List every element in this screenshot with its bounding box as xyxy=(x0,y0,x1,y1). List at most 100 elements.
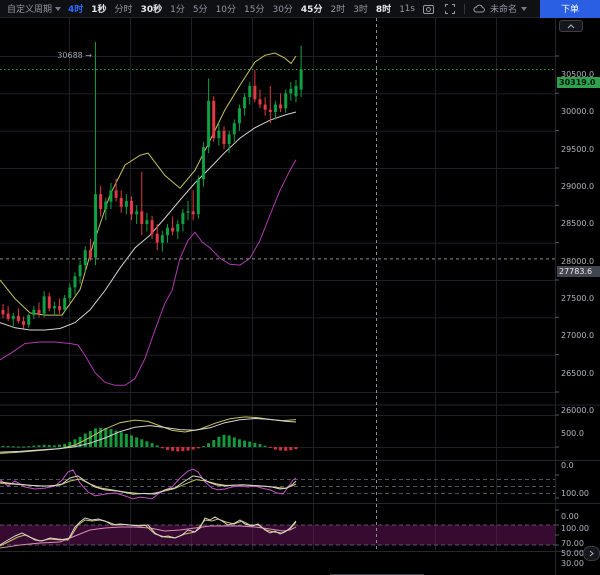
timeframe-button-1秒[interactable]: 1秒 xyxy=(91,2,106,15)
candle-body xyxy=(202,147,205,179)
macd-bar xyxy=(12,446,15,447)
custom-period-label: 自定义周期 xyxy=(7,2,52,15)
candle-body xyxy=(125,201,128,207)
macd-bar xyxy=(181,447,184,451)
macd-bar xyxy=(37,445,40,447)
timeframe-button-2时[interactable]: 2时 xyxy=(330,2,345,15)
candle-body xyxy=(223,131,226,144)
candle-body xyxy=(58,306,61,310)
candle-body xyxy=(294,86,297,96)
candle-body xyxy=(238,108,241,123)
candle-body xyxy=(253,86,256,99)
candle-body xyxy=(7,314,10,319)
candles-layer xyxy=(2,42,303,329)
layout-menu[interactable]: 未命名 xyxy=(472,2,527,16)
camera-icon[interactable] xyxy=(422,2,436,16)
candle-body xyxy=(94,194,97,257)
timeframe-button-30秒[interactable]: 30秒 xyxy=(141,2,163,15)
candle-body xyxy=(166,228,169,235)
candle-body xyxy=(109,190,112,201)
candle-body xyxy=(99,194,102,209)
macd-bar xyxy=(140,439,143,447)
macd-bar xyxy=(238,439,241,447)
candle-body xyxy=(212,101,215,138)
timeframe-button-10分[interactable]: 10分 xyxy=(216,2,236,15)
candle-body xyxy=(171,228,174,232)
macd-bar xyxy=(192,447,195,450)
macd-bar xyxy=(217,437,220,447)
macd-bar xyxy=(202,446,205,447)
macd-bar xyxy=(17,446,20,447)
candle-body xyxy=(192,211,195,214)
macd-bar xyxy=(32,446,35,447)
candle-body xyxy=(43,296,46,313)
macd-bar xyxy=(274,447,277,450)
candle-body xyxy=(17,316,20,321)
fullscreen-icon[interactable] xyxy=(443,2,457,16)
macd-bar xyxy=(248,442,251,447)
candle-body xyxy=(63,298,66,310)
indicator-line xyxy=(0,469,296,499)
timeframe-button-15分[interactable]: 15分 xyxy=(244,2,264,15)
toolbar-divider xyxy=(464,4,465,14)
candle-body xyxy=(233,123,236,134)
candle-body xyxy=(289,89,292,93)
trading-app: 自定义周期 4时1秒分时30秒1分5分10分15分30分45分2时3时8时12时… xyxy=(0,0,600,575)
macd-bar xyxy=(27,446,30,447)
macd-bar xyxy=(259,444,262,447)
indicator-line xyxy=(0,476,296,494)
chart-toolbar: 自定义周期 4时1秒分时30秒1分5分10分15分30分45分2时3时8时12时… xyxy=(0,0,600,18)
timeframe-button-45分[interactable]: 45分 xyxy=(301,2,323,15)
candle-body xyxy=(2,310,5,314)
indicator-line xyxy=(0,53,296,315)
candle-body xyxy=(181,213,184,224)
candle-body xyxy=(217,131,220,138)
candle-body xyxy=(89,250,92,257)
macd-bar xyxy=(109,429,112,447)
timeframe-button-1分[interactable]: 1分 xyxy=(170,2,185,15)
candle-body xyxy=(115,190,118,197)
candle-body xyxy=(248,86,251,97)
macd-bar xyxy=(171,447,174,451)
macd-bar xyxy=(269,447,272,448)
custom-period-menu[interactable]: 自定义周期 xyxy=(7,2,61,15)
candle-body xyxy=(79,265,82,276)
axis-collapse-button[interactable] xyxy=(559,20,583,32)
timeframe-button-分时[interactable]: 分时 xyxy=(115,2,133,15)
candle-body xyxy=(259,99,262,104)
layout-name: 未命名 xyxy=(490,2,517,15)
timeframe-button-3时[interactable]: 3时 xyxy=(353,2,368,15)
macd-bar xyxy=(187,447,190,451)
macd-bar xyxy=(161,447,164,448)
candle-body xyxy=(12,316,15,319)
candle-body xyxy=(48,296,51,308)
macd-bar xyxy=(120,432,123,447)
timeframe-button-30分[interactable]: 30分 xyxy=(272,2,292,15)
macd-bar xyxy=(253,443,256,447)
macd-bar xyxy=(156,445,159,447)
macd-bar xyxy=(125,434,128,447)
timeframe-button-4时[interactable]: 4时 xyxy=(68,2,83,15)
candle-body xyxy=(135,211,138,214)
timeframe-button-8时[interactable]: 8时 xyxy=(376,2,391,15)
macd-bar xyxy=(53,445,56,447)
candle-body xyxy=(197,179,200,214)
macd-bar xyxy=(243,441,246,447)
macd-bar xyxy=(22,446,25,447)
macd-bar xyxy=(289,447,292,450)
macd-bar xyxy=(294,447,297,449)
candle-body xyxy=(228,134,231,144)
macd-bar xyxy=(279,447,282,451)
candle-body xyxy=(151,220,154,233)
scroll-right-button[interactable] xyxy=(583,546,600,561)
chevron-down-icon xyxy=(521,7,527,11)
macd-bar xyxy=(264,446,267,447)
place-order-button[interactable]: 下单 xyxy=(540,0,600,18)
timeframe-button-5分[interactable]: 5分 xyxy=(193,2,208,15)
chart-area[interactable]: 30688 → 30500.030000.029500.029000.02850… xyxy=(0,18,600,575)
macd-bar xyxy=(2,446,5,447)
candle-body xyxy=(161,235,164,242)
candlestick-chart-canvas[interactable] xyxy=(0,18,600,575)
macd-bar xyxy=(284,447,287,451)
macd-bar xyxy=(94,428,97,447)
